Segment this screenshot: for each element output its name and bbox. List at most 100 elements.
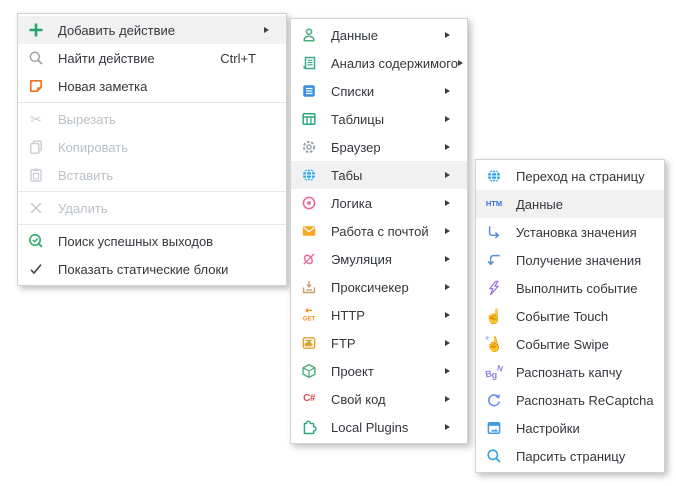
menu-item-label: Копировать: [58, 140, 128, 155]
menu-item-label: Вырезать: [58, 112, 116, 127]
menu-item[interactable]: C# Свой код: [291, 385, 467, 413]
list-icon: [300, 82, 318, 100]
table-icon: [300, 110, 318, 128]
menu-item[interactable]: Поиск успешных выходов: [18, 227, 286, 255]
menu-item[interactable]: HTM Данные: [476, 190, 664, 218]
menu-item[interactable]: FTP: [291, 329, 467, 357]
menu-item[interactable]: Данные: [291, 21, 467, 49]
menu-item[interactable]: Логика: [291, 189, 467, 217]
touch-icon: ☝: [485, 307, 503, 325]
submenu-arrow-icon: [445, 172, 455, 178]
menu-item-label: Браузер: [331, 140, 381, 155]
menu-item[interactable]: Эмуляция: [291, 245, 467, 273]
project-cube-icon: [300, 362, 318, 380]
menu-item[interactable]: BgN Распознать капчу: [476, 358, 664, 386]
menu-item-label: Таблицы: [331, 112, 384, 127]
menu-item[interactable]: Браузер: [291, 133, 467, 161]
menu-item-label: Удалить: [58, 201, 108, 216]
settings-window-icon: [485, 419, 503, 437]
logic-record-icon: [300, 194, 318, 212]
menu-item-label: Логика: [331, 196, 372, 211]
ftp-icon: [300, 334, 318, 352]
menu-item[interactable]: Анализ содержимого: [291, 49, 467, 77]
menu-item-label: Показать статические блоки: [58, 262, 228, 277]
add-action-submenu-panel: Данные Анализ содержимого Списки Таблицы…: [290, 18, 468, 444]
menu-item-label: Найти действие: [58, 51, 155, 66]
submenu-arrow-icon: [458, 60, 468, 66]
menu-item-label: Эмуляция: [331, 252, 392, 267]
menu-item-label: Local Plugins: [331, 420, 408, 435]
menu-item[interactable]: Таблицы: [291, 105, 467, 133]
menu-item-label: Добавить действие: [58, 23, 175, 38]
menu-item[interactable]: Проект: [291, 357, 467, 385]
context-menu-panel: Добавить действие Найти действие Ctrl+T …: [17, 13, 287, 286]
delete-cross-icon: [27, 199, 45, 217]
submenu-arrow-icon: [445, 424, 455, 430]
menu-item-label: Работа с почтой: [331, 224, 429, 239]
menu-separator: [18, 191, 286, 192]
gear-icon: [300, 138, 318, 156]
menu-item[interactable]: Найти действие Ctrl+T: [18, 44, 286, 72]
menu-item[interactable]: Списки: [291, 77, 467, 105]
menu-item: Вставить: [18, 161, 286, 189]
menu-item-label: Табы: [331, 168, 362, 183]
http-get-icon: GET: [300, 306, 318, 324]
submenu-arrow-icon: [445, 340, 455, 346]
submenu-arrow-icon: [445, 284, 455, 290]
menu-item[interactable]: Выполнить событие: [476, 274, 664, 302]
menu-item[interactable]: ☝ Событие Touch: [476, 302, 664, 330]
mouse-icon: [300, 250, 318, 268]
menu-item-label: Выполнить событие: [516, 281, 637, 296]
menu-item[interactable]: Установка значения: [476, 218, 664, 246]
csharp-icon: C#: [300, 390, 318, 408]
submenu-arrow-icon: [445, 256, 455, 262]
menu-item-label: Данные: [331, 28, 378, 43]
submenu-arrow-icon: [445, 32, 455, 38]
submenu-arrow-icon: [445, 396, 455, 402]
puzzle-icon: [300, 418, 318, 436]
mail-icon: [300, 222, 318, 240]
menu-item[interactable]: Переход на страницу: [476, 162, 664, 190]
person-icon: [300, 26, 318, 44]
menu-item-label: Установка значения: [516, 225, 637, 240]
menu-item-label: Списки: [331, 84, 374, 99]
globe-icon: [300, 166, 318, 184]
menu-item: Удалить: [18, 194, 286, 222]
checkmark-icon: [27, 260, 45, 278]
menu-item: ✂ Вырезать: [18, 105, 286, 133]
copy-icon: [27, 138, 45, 156]
menu-item-label: Распознать капчу: [516, 365, 622, 380]
captcha-icon: BgN: [485, 363, 503, 381]
menu-item[interactable]: Проксичекер: [291, 273, 467, 301]
get-value-arrow-icon: [485, 251, 503, 269]
menu-item[interactable]: Настройки: [476, 414, 664, 442]
submenu-arrow-icon: [264, 27, 274, 33]
search-success-icon: [27, 232, 45, 250]
menu-item[interactable]: Получение значения: [476, 246, 664, 274]
menu-item[interactable]: Добавить действие: [18, 16, 286, 44]
menu-item[interactable]: Работа с почтой: [291, 217, 467, 245]
desktop-background: Добавить действие Найти действие Ctrl+T …: [0, 0, 676, 486]
menu-item[interactable]: Новая заметка: [18, 72, 286, 100]
menu-item[interactable]: Local Plugins: [291, 413, 467, 441]
paste-icon: [27, 166, 45, 184]
parse-search-icon: [485, 447, 503, 465]
menu-item-label: Анализ содержимого: [331, 56, 458, 71]
recaptcha-refresh-icon: [485, 391, 503, 409]
menu-item-label: Свой код: [331, 392, 386, 407]
menu-item-label: Новая заметка: [58, 79, 147, 94]
menu-item[interactable]: Показать статические блоки: [18, 255, 286, 283]
menu-item[interactable]: ☝« Событие Swipe: [476, 330, 664, 358]
menu-item-label: Парсить страницу: [516, 449, 625, 464]
menu-item[interactable]: Парсить страницу: [476, 442, 664, 470]
menu-item[interactable]: GET HTTP: [291, 301, 467, 329]
menu-item[interactable]: Распознать ReCaptcha: [476, 386, 664, 414]
globe-icon: [485, 167, 503, 185]
menu-separator: [18, 224, 286, 225]
lightning-icon: [485, 279, 503, 297]
submenu-arrow-icon: [445, 88, 455, 94]
set-value-arrow-icon: [485, 223, 503, 241]
menu-item[interactable]: Табы: [291, 161, 467, 189]
menu-item-label: Настройки: [516, 421, 580, 436]
menu-item-label: Распознать ReCaptcha: [516, 393, 654, 408]
